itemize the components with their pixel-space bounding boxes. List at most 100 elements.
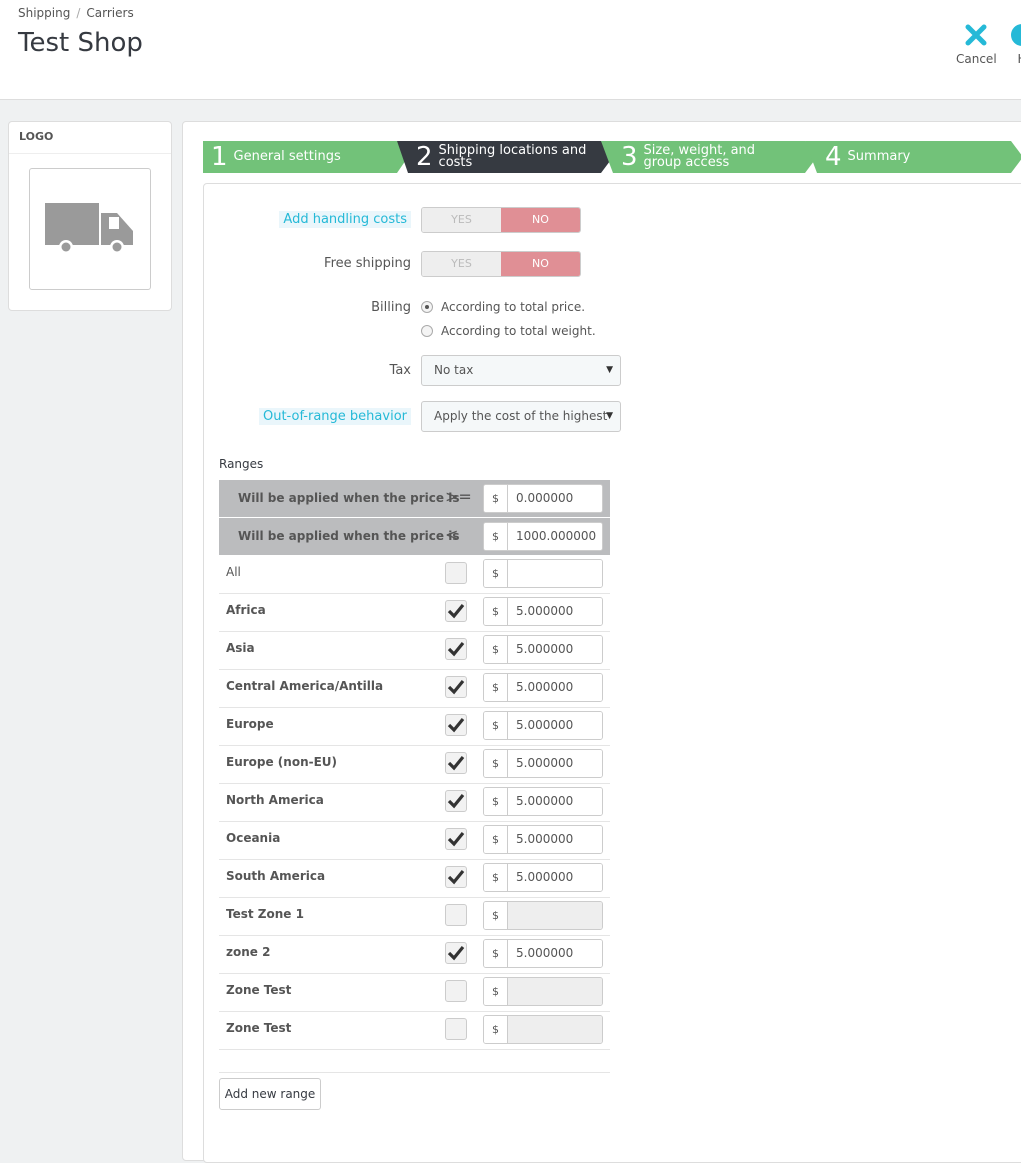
billing-option-price[interactable]: According to total price. xyxy=(421,300,585,314)
zone-price-input[interactable]: $5.000000 xyxy=(483,711,603,740)
zone-row: Europe (non-EU) $5.000000 xyxy=(219,746,610,784)
zone-checkbox[interactable] xyxy=(445,980,467,1002)
zone-name: Oceania xyxy=(226,831,281,845)
zone-price-input[interactable]: $5.000000 xyxy=(483,635,603,664)
currency-symbol: $ xyxy=(484,788,508,815)
range-to-value[interactable]: 1000.000000 xyxy=(508,523,602,550)
zone-price-input[interactable]: $5.000000 xyxy=(483,825,603,854)
zone-price-input[interactable]: $ xyxy=(483,1015,603,1044)
checkmark-icon xyxy=(447,945,465,961)
zone-checkbox[interactable] xyxy=(445,790,467,812)
zone-name: Zone Test xyxy=(226,1021,292,1035)
radio-button[interactable] xyxy=(421,301,433,313)
zone-checkbox[interactable] xyxy=(445,942,467,964)
currency-symbol: $ xyxy=(484,560,508,587)
zone-price-input[interactable]: $5.000000 xyxy=(483,863,603,892)
zone-checkbox[interactable] xyxy=(445,600,467,622)
wizard-step-3[interactable]: 3 Size, weight, and group access xyxy=(613,141,807,173)
add-new-range-button[interactable]: Add new range xyxy=(219,1078,321,1110)
zone-row: Oceania $5.000000 xyxy=(219,822,610,860)
wizard-step-4[interactable]: 4 Summary xyxy=(817,141,1011,173)
range-from-input[interactable]: $ 0.000000 xyxy=(483,484,603,513)
zone-checkbox[interactable] xyxy=(445,828,467,850)
currency-symbol: $ xyxy=(484,485,508,512)
zone-checkbox[interactable] xyxy=(445,676,467,698)
switch-yes[interactable]: YES xyxy=(422,208,501,232)
wizard-step-2[interactable]: 2 Shipping locations and costs xyxy=(408,141,602,173)
truck-icon xyxy=(45,203,133,254)
wizard-step-1[interactable]: 1 General settings xyxy=(203,141,397,173)
zone-price-value[interactable] xyxy=(508,560,602,587)
zone-name: South America xyxy=(226,869,326,883)
zone-row: zone 2 $5.000000 xyxy=(219,936,610,974)
switch-no[interactable]: NO xyxy=(501,252,580,276)
range-from-value[interactable]: 0.000000 xyxy=(508,485,602,512)
zone-checkbox[interactable] xyxy=(445,562,467,584)
zone-price-value[interactable]: 5.000000 xyxy=(508,598,602,625)
help-icon xyxy=(1011,24,1021,46)
zone-row: North America $5.000000 xyxy=(219,784,610,822)
zone-price-input[interactable]: $ xyxy=(483,977,603,1006)
checkmark-icon xyxy=(447,793,465,809)
zone-price-value[interactable]: 5.000000 xyxy=(508,940,602,967)
zone-price-input[interactable]: $5.000000 xyxy=(483,787,603,816)
zone-price-input[interactable]: $5.000000 xyxy=(483,673,603,702)
breadcrumb: Shipping / Carriers xyxy=(18,6,134,20)
zone-checkbox[interactable] xyxy=(445,1018,467,1040)
zone-price-input[interactable]: $ xyxy=(483,559,603,588)
zone-price-input[interactable]: $ xyxy=(483,901,603,930)
page-header: Shipping / Carriers Test Shop Cancel H xyxy=(0,0,1021,100)
out-of-range-select[interactable]: Apply the cost of the highest ▼ xyxy=(421,401,621,432)
zone-price-value[interactable]: 5.000000 xyxy=(508,712,602,739)
zone-checkbox[interactable] xyxy=(445,904,467,926)
zone-price-value[interactable]: 5.000000 xyxy=(508,826,602,853)
range-from-row: Will be applied when the price is >= $ 0… xyxy=(219,480,610,517)
zone-price-value[interactable]: 5.000000 xyxy=(508,674,602,701)
tax-label: Tax xyxy=(389,363,411,378)
step-number: 2 xyxy=(416,142,433,172)
step-label: Summary xyxy=(847,149,911,164)
handling-costs-switch[interactable]: YES NO xyxy=(421,207,581,233)
zone-row: Africa $5.000000 xyxy=(219,594,610,632)
zone-price-value[interactable]: 5.000000 xyxy=(508,636,602,663)
cancel-button[interactable]: Cancel xyxy=(956,24,997,66)
zone-price-value[interactable] xyxy=(508,902,602,929)
zone-name: Central America/Antilla xyxy=(226,679,384,693)
tax-select[interactable]: No tax ▼ xyxy=(421,355,621,386)
zone-checkbox[interactable] xyxy=(445,752,467,774)
breadcrumb-shipping[interactable]: Shipping xyxy=(18,6,70,20)
step-label: Shipping locations and costs xyxy=(438,143,587,170)
zone-price-value[interactable]: 5.000000 xyxy=(508,788,602,815)
range-from-label: Will be applied when the price is xyxy=(238,491,460,505)
range-to-input[interactable]: $ 1000.000000 xyxy=(483,522,603,551)
billing-option-weight[interactable]: According to total weight. xyxy=(421,324,596,338)
zone-row: Asia $5.000000 xyxy=(219,632,610,670)
zone-price-input[interactable]: $5.000000 xyxy=(483,749,603,778)
zone-checkbox[interactable] xyxy=(445,866,467,888)
zone-price-value[interactable] xyxy=(508,1016,602,1043)
zone-price-value[interactable]: 5.000000 xyxy=(508,750,602,777)
zone-price-input[interactable]: $5.000000 xyxy=(483,597,603,626)
tax-select-value: No tax xyxy=(434,363,474,377)
free-shipping-switch[interactable]: YES NO xyxy=(421,251,581,277)
zone-checkbox[interactable] xyxy=(445,638,467,660)
currency-symbol: $ xyxy=(484,598,508,625)
zone-price-input[interactable]: $5.000000 xyxy=(483,939,603,968)
range-to-row: Will be applied when the price is < $ 10… xyxy=(219,518,610,555)
help-button[interactable]: H xyxy=(1011,24,1021,66)
billing-label: Billing xyxy=(371,300,411,315)
checkmark-icon xyxy=(447,869,465,885)
zone-row: Zone Test $ xyxy=(219,1012,610,1050)
radio-button[interactable] xyxy=(421,325,433,337)
switch-yes[interactable]: YES xyxy=(422,252,501,276)
zone-checkbox[interactable] xyxy=(445,714,467,736)
currency-symbol: $ xyxy=(484,978,508,1005)
zone-price-value[interactable] xyxy=(508,978,602,1005)
switch-no[interactable]: NO xyxy=(501,208,580,232)
zone-price-value[interactable]: 5.000000 xyxy=(508,864,602,891)
ranges-title: Ranges xyxy=(219,457,264,471)
step-number: 1 xyxy=(211,142,228,172)
currency-symbol: $ xyxy=(484,674,508,701)
breadcrumb-carriers[interactable]: Carriers xyxy=(86,6,133,20)
zone-name: North America xyxy=(226,793,324,807)
